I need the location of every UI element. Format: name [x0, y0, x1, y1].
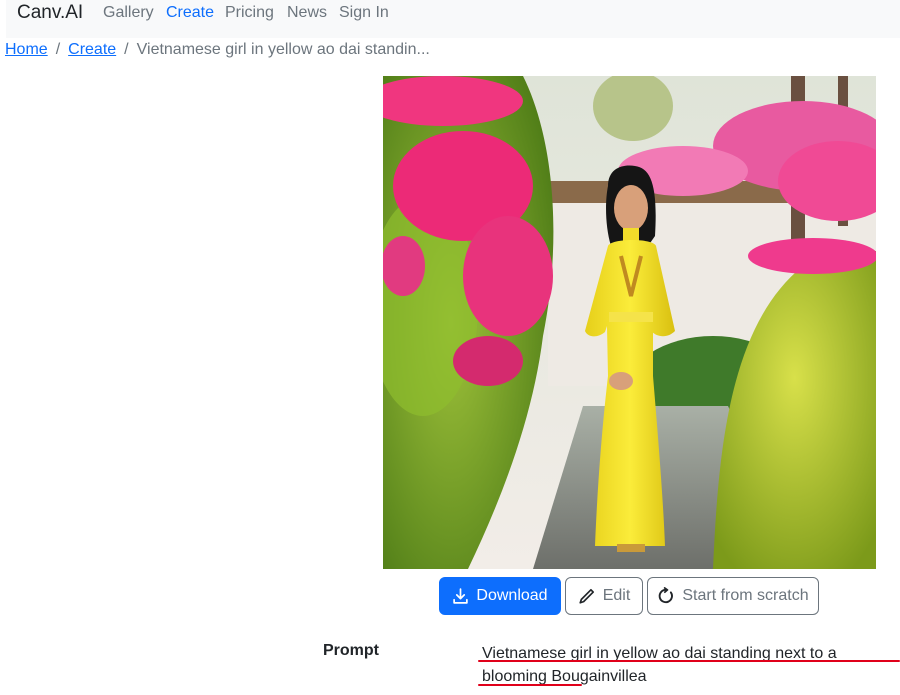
edit-button[interactable]: Edit	[565, 577, 643, 615]
nav-sign-in[interactable]: Sign In	[339, 4, 389, 22]
prompt-label: Prompt	[323, 642, 379, 659]
prompt-text: Vietnamese girl in yellow ao dai standin…	[482, 645, 837, 685]
pencil-icon	[578, 587, 596, 605]
brand-logo[interactable]: Canv.AI	[17, 2, 83, 24]
breadcrumb-current: Vietnamese girl in yellow ao dai standin…	[136, 41, 430, 58]
generated-image-illustration	[383, 76, 876, 569]
top-navbar: Canv.AI Gallery Create Pricing News Sign…	[6, 0, 900, 38]
breadcrumb-home[interactable]: Home	[5, 41, 48, 58]
edit-label: Edit	[602, 587, 631, 604]
restart-icon	[657, 587, 675, 605]
nav-create[interactable]: Create	[166, 4, 214, 22]
breadcrumb-separator: /	[55, 41, 61, 58]
annotation-underline	[478, 660, 900, 662]
download-label: Download	[476, 587, 548, 604]
annotation-underline	[478, 684, 582, 686]
generated-image[interactable]	[383, 76, 876, 569]
breadcrumb: Home / Create / Vietnamese girl in yellow ao…	[5, 41, 430, 59]
nav-gallery[interactable]: Gallery	[103, 4, 154, 22]
download-icon	[452, 587, 469, 605]
start-from-scratch-label: Start from scratch	[682, 587, 809, 604]
nav-pricing[interactable]: Pricing	[225, 4, 274, 22]
breadcrumb-separator: /	[124, 41, 129, 58]
nav-news[interactable]: News	[287, 4, 327, 22]
start-from-scratch-button[interactable]: Start from scratch	[647, 577, 819, 615]
download-button[interactable]: Download	[439, 577, 561, 615]
breadcrumb-create[interactable]: Create	[68, 41, 116, 58]
